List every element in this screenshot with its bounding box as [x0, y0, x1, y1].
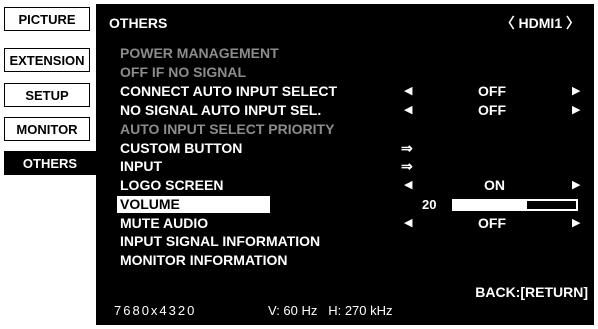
menu-label: POWER MANAGEMENT: [120, 45, 279, 61]
menu-item-power-management: POWER MANAGEMENT: [96, 45, 594, 63]
menu-label: MONITOR INFORMATION: [120, 252, 288, 268]
right-arrow-icon[interactable]: ▶: [572, 83, 580, 100]
resolution-readout: 7680x4320: [114, 303, 197, 318]
page-title: OTHERS: [109, 15, 168, 31]
menu-item-connect-auto-input[interactable]: CONNECT AUTO INPUT SELECT ◀ OFF ▶: [96, 83, 594, 101]
menu-item-custom-button[interactable]: CUSTOM BUTTON ⇒: [96, 140, 594, 158]
menu-label: VOLUME: [117, 196, 270, 213]
menu-label: NO SIGNAL AUTO INPUT SEL.: [120, 102, 322, 118]
setting-value: OFF: [478, 215, 506, 231]
right-arrow-icon[interactable]: ▶: [572, 177, 580, 194]
left-arrow-icon[interactable]: ◀: [404, 177, 412, 194]
back-hint: BACK:[RETURN]: [475, 284, 588, 300]
right-arrow-icon[interactable]: ▶: [572, 215, 580, 232]
menu-label: OFF IF NO SIGNAL: [120, 64, 246, 80]
left-arrow-icon[interactable]: ◀: [404, 102, 412, 119]
menu-label: MUTE AUDIO: [120, 215, 209, 231]
menu-item-monitor-info[interactable]: MONITOR INFORMATION: [96, 252, 594, 270]
setting-value: OFF: [478, 83, 506, 99]
menu-item-input[interactable]: INPUT ⇒: [96, 158, 594, 176]
menu-label: CUSTOM BUTTON: [120, 140, 243, 156]
setting-value: OFF: [478, 102, 506, 118]
tab-bar: PICTURE EXTENSION SETUP MONITOR OTHERS: [0, 0, 96, 329]
right-arrow-icon[interactable]: ▶: [572, 102, 580, 119]
menu-item-no-signal-auto-input[interactable]: NO SIGNAL AUTO INPUT SEL. ◀ OFF ▶: [96, 102, 594, 120]
menu-item-off-if-no-signal: OFF IF NO SIGNAL: [96, 64, 594, 82]
menu-item-input-signal-info[interactable]: INPUT SIGNAL INFORMATION: [96, 233, 594, 251]
enter-arrow-icon[interactable]: ⇒: [401, 140, 413, 157]
tab-extension[interactable]: EXTENSION: [4, 48, 90, 72]
menu-label: INPUT: [120, 158, 162, 174]
menu-label: INPUT SIGNAL INFORMATION: [120, 233, 321, 249]
left-arrow-icon[interactable]: ◀: [404, 215, 412, 232]
tab-others[interactable]: OTHERS: [4, 151, 96, 175]
volume-slider[interactable]: [452, 199, 578, 211]
setting-value: ON: [484, 177, 505, 193]
enter-arrow-icon[interactable]: ⇒: [401, 158, 413, 175]
frequency-readout: V: 60 Hz H: 270 kHz: [268, 303, 393, 318]
volume-value: 20: [422, 197, 437, 212]
menu-panel: OTHERS 〈 HDMI1 〉 POWER MANAGEMENT OFF IF…: [96, 4, 594, 325]
current-input-label: 〈 HDMI1 〉: [500, 15, 580, 31]
menu-item-auto-input-priority: AUTO INPUT SELECT PRIORITY: [96, 121, 594, 139]
menu-label: CONNECT AUTO INPUT SELECT: [120, 83, 338, 99]
tab-monitor[interactable]: MONITOR: [4, 117, 90, 141]
menu-item-mute-audio[interactable]: MUTE AUDIO ◀ OFF ▶: [96, 215, 594, 233]
menu-label: LOGO SCREEN: [120, 177, 224, 193]
tab-setup[interactable]: SETUP: [4, 83, 90, 107]
left-arrow-icon[interactable]: ◀: [404, 83, 412, 100]
volume-slider-fill: [454, 201, 528, 209]
menu-item-volume[interactable]: VOLUME 20: [96, 196, 594, 214]
tab-picture[interactable]: PICTURE: [4, 7, 90, 31]
menu-item-logo-screen[interactable]: LOGO SCREEN ◀ ON ▶: [96, 177, 594, 195]
menu-label: AUTO INPUT SELECT PRIORITY: [120, 121, 335, 137]
